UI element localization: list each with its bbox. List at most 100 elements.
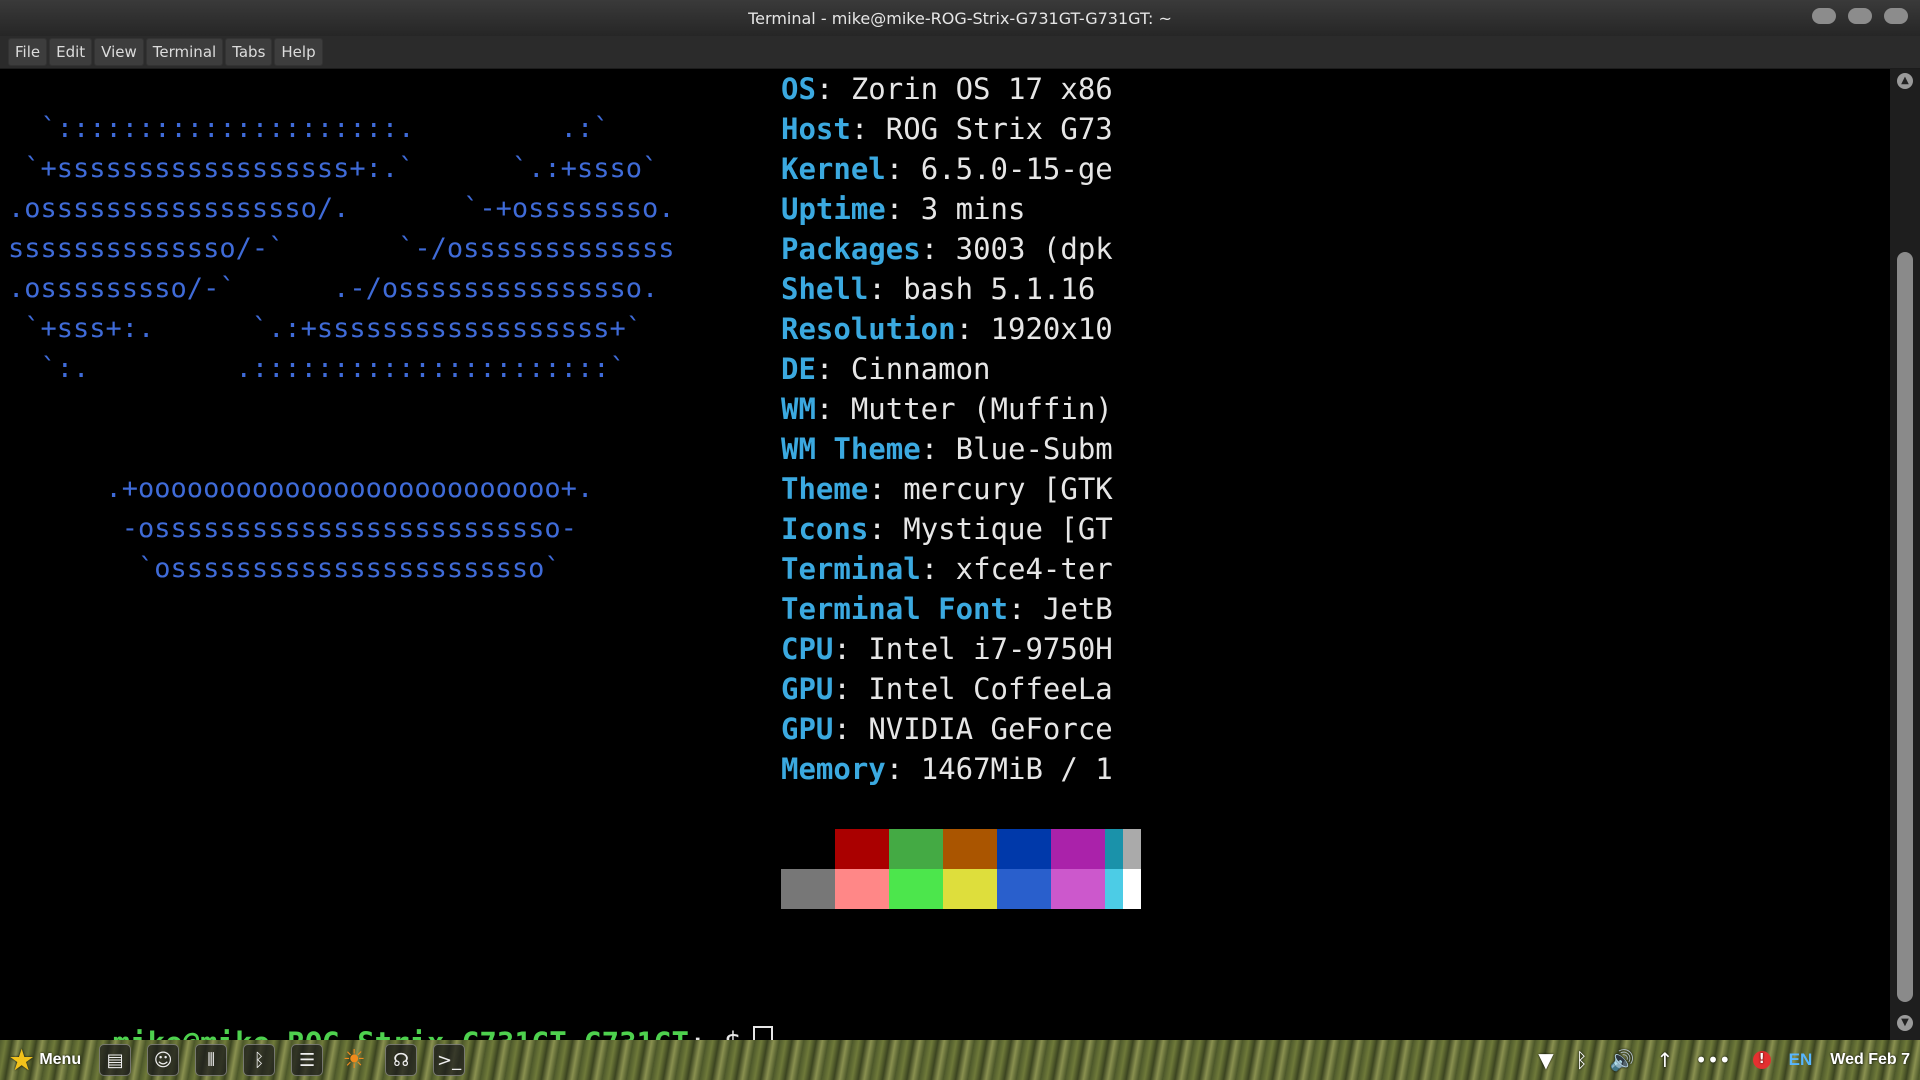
info-key: Uptime (781, 192, 886, 226)
info-key: GPU (781, 672, 834, 706)
terminal-output[interactable]: `:::::::::::::::::::::. .:` `+ssssssssss… (0, 69, 1890, 1040)
volume-icon[interactable]: 🔊 (1610, 1048, 1635, 1072)
vertical-scrollbar[interactable]: ▲ ▼ (1890, 69, 1920, 1040)
info-value: Zorin OS 17 x86 (850, 72, 1113, 106)
info-row: Terminal Font: JetB (781, 589, 1113, 629)
color-swatch (1123, 869, 1141, 909)
info-separator: : (815, 392, 851, 426)
info-value: Cinnamon (850, 352, 991, 386)
info-row: WM Theme: Blue-Subm (781, 429, 1113, 469)
info-value: 6.5.0-15-ge (920, 152, 1113, 186)
menu-edit[interactable]: Edit (49, 38, 93, 66)
color-swatch (889, 829, 943, 869)
info-value: 3 mins (920, 192, 1026, 226)
color-swatch (781, 869, 835, 909)
info-row: Icons: Mystique [GT (781, 509, 1113, 549)
palette-row (781, 829, 1141, 869)
prompt-separator: : (689, 1026, 706, 1040)
terminal-window: Terminal - mike@mike-ROG-Strix-G731GT-G7… (0, 0, 1920, 1040)
info-separator: : (868, 272, 904, 306)
close-button[interactable] (1884, 8, 1908, 24)
window-controls (1812, 8, 1908, 24)
bluetooth-icon[interactable]: ᛒ (1576, 1048, 1588, 1072)
info-value: 1467MiB / 1 (920, 752, 1113, 786)
info-separator: : (850, 112, 886, 146)
info-value: 1920x10 (990, 312, 1113, 346)
color-swatch (781, 829, 835, 869)
info-separator: : (920, 432, 956, 466)
menu-view[interactable]: View (94, 38, 144, 66)
info-row: Packages: 3003 (dpk (781, 229, 1113, 269)
info-separator: : (920, 232, 956, 266)
more-icon[interactable]: ••• (1695, 1048, 1730, 1072)
prompt-path: ~ (706, 1026, 723, 1040)
info-row: GPU: NVIDIA GeForce (781, 709, 1113, 749)
bluetooth-app-icon[interactable]: ᛒ (243, 1044, 276, 1076)
headphones-app-icon[interactable]: ☊ (385, 1044, 418, 1076)
title-bar[interactable]: Terminal - mike@mike-ROG-Strix-G731GT-G7… (0, 0, 1920, 36)
info-key: DE (781, 352, 816, 386)
tray-icons: ▼ ᛒ 🔊 ↑ •••! (1538, 1048, 1771, 1072)
launcher-area: ▤ ☺ ⫴ ᛒ ☰ ☀ ☊ >_ (91, 1044, 473, 1076)
info-key: Shell (781, 272, 869, 306)
info-key: Resolution (781, 312, 956, 346)
info-separator: : (1007, 592, 1043, 626)
menu-terminal[interactable]: Terminal (145, 38, 224, 66)
shell-prompt[interactable]: mike@mike-ROG-Strix-G731GT-G731GT:~$ (8, 983, 774, 1040)
alert-icon[interactable]: ! (1752, 1051, 1771, 1069)
maximize-button[interactable] (1848, 8, 1872, 24)
scroll-thumb[interactable] (1897, 252, 1913, 1002)
prompt-user-host: mike@mike-ROG-Strix-G731GT-G731GT (113, 1026, 689, 1040)
menu-help[interactable]: Help (274, 38, 323, 66)
palette-row (781, 869, 1141, 909)
sun-app-icon[interactable]: ☀ (339, 1045, 369, 1075)
files-icon[interactable]: ▤ (99, 1044, 132, 1076)
info-row: Memory: 1467MiB / 1 (781, 749, 1113, 789)
info-row: Theme: mercury [GTK (781, 469, 1113, 509)
start-menu-label: Menu (39, 1051, 82, 1068)
zorin-ascii-logo: `:::::::::::::::::::::. .:` `+ssssssssss… (8, 113, 675, 584)
info-key: Memory (781, 752, 886, 786)
info-separator: : (920, 552, 956, 586)
clock[interactable]: Wed Feb 7 (1830, 1051, 1910, 1069)
info-separator: : (833, 632, 869, 666)
info-key: Host (781, 112, 851, 146)
info-row: GPU: Intel CoffeeLa (781, 669, 1113, 709)
info-row: Uptime: 3 mins (781, 189, 1113, 229)
info-separator: : (868, 472, 904, 506)
info-key: Kernel (781, 152, 886, 186)
switch-app-icon[interactable]: ⫴ (195, 1044, 228, 1076)
info-value: Intel i7-9750H (868, 632, 1113, 666)
color-swatch (1051, 869, 1105, 909)
system-tray: ▼ ᛒ 🔊 ↑ •••! EN Wed Feb 7 (1538, 1040, 1920, 1080)
info-value: Blue-Subm (955, 432, 1113, 466)
info-key: Terminal (781, 552, 921, 586)
star-icon: ★ (10, 1044, 34, 1075)
text-editor-icon[interactable]: ☰ (291, 1044, 324, 1076)
info-value: NVIDIA GeForce (868, 712, 1113, 746)
color-swatch (889, 869, 943, 909)
color-swatch (835, 869, 889, 909)
minimize-button[interactable] (1812, 8, 1836, 24)
scroll-down-icon[interactable]: ▼ (1897, 1015, 1913, 1031)
wifi-icon[interactable]: ▼ (1538, 1048, 1553, 1072)
info-value: Mystique [GT (903, 512, 1113, 546)
info-key: CPU (781, 632, 834, 666)
scroll-up-icon[interactable]: ▲ (1897, 73, 1913, 89)
info-value: 3003 (dpk (955, 232, 1113, 266)
start-menu-button[interactable]: ★ Menu (0, 1040, 91, 1080)
info-row: Kernel: 6.5.0-15-ge (781, 149, 1113, 189)
menu-tabs[interactable]: Tabs (225, 38, 273, 66)
upload-arrow-icon[interactable]: ↑ (1657, 1048, 1674, 1072)
color-swatch (835, 829, 889, 869)
language-indicator[interactable]: EN (1789, 1050, 1813, 1070)
info-value: mercury [GTK (903, 472, 1113, 506)
menu-file[interactable]: File (8, 38, 48, 66)
color-swatch (943, 869, 997, 909)
terminal-icon[interactable]: >_ (433, 1044, 466, 1076)
info-row: OS: Zorin OS 17 x86 (781, 69, 1113, 109)
info-key: Icons (781, 512, 869, 546)
info-value: Mutter (Muffin) (850, 392, 1113, 426)
color-swatch (1105, 869, 1123, 909)
cat-app-icon[interactable]: ☺ (147, 1044, 180, 1076)
